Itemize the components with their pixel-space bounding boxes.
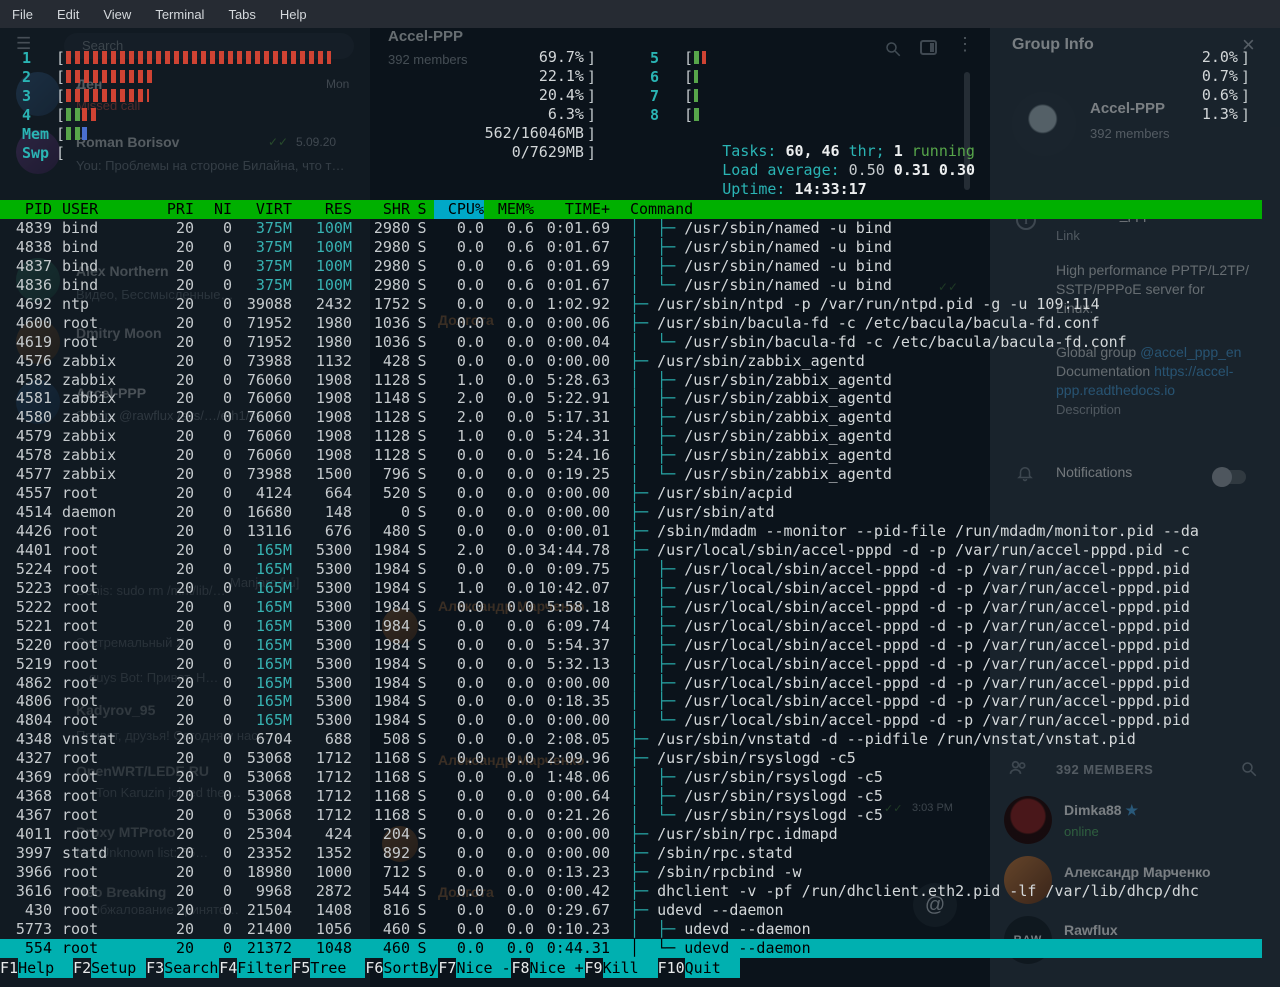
meter-6: 6[0.7%] xyxy=(650,67,1250,86)
column-header-shr[interactable]: SHR xyxy=(352,200,410,219)
cpu-meters-right: 5[2.0%] 6[0.7%] 7[0.6%] 8[1.3%] xyxy=(650,48,1250,124)
tasks-running-label: running xyxy=(911,142,975,160)
fkey-f9[interactable]: F9 Kill xyxy=(585,958,658,978)
tasks-threads: 46 xyxy=(821,142,840,160)
meter-mem: Mem[562/16046MB] xyxy=(22,124,596,143)
process-row[interactable]: 4600 root 20 0 71952 1980 1036 S 0.0 0.0 0:00.06 ├─… xyxy=(0,314,1262,333)
load-15min: 0.30 xyxy=(938,161,976,179)
process-row[interactable]: 4804 root 20 0 165M 5300 1984 S 0.0 0.0 0:00.00 │ └… xyxy=(0,711,1262,730)
tasks-count: 60, xyxy=(785,142,813,160)
menu-item-view[interactable]: View xyxy=(103,7,131,22)
menu-item-file[interactable]: File xyxy=(12,7,33,22)
fkey-f4[interactable]: F4 Filter xyxy=(219,958,293,978)
column-header-mempct[interactable]: MEM% xyxy=(484,200,534,219)
process-row[interactable]: 4426 root 20 0 13116 676 480 S 0.0 0.0 0:00.01 ├─ /… xyxy=(0,522,1262,541)
menu-item-terminal[interactable]: Terminal xyxy=(155,7,204,22)
meter-2: 2[22.1%] xyxy=(22,67,596,86)
load-5min: 0.31 xyxy=(893,161,930,179)
process-row[interactable]: 4837 bind 20 0 375M 100M 2980 S 0.0 0.6 0:01.69 │ ├… xyxy=(0,257,1262,276)
column-header-pid[interactable]: PID xyxy=(0,200,52,219)
column-header-s[interactable]: S xyxy=(410,200,434,219)
process-row[interactable]: 430 root 20 0 21504 1408 816 S 0.0 0.0 0:29.67 ├─ u… xyxy=(0,901,1262,920)
process-row-selected[interactable]: 554 root 20 0 21372 1048 460 S 0.0 0.0 0:44.31 │ └─… xyxy=(0,938,1262,958)
fkey-f10[interactable]: F10 Quit xyxy=(658,958,740,978)
fkey-f7[interactable]: F7 Nice - xyxy=(438,958,512,978)
process-row[interactable]: 4578 zabbix 20 0 76060 1908 1128 S 0.0 0.0 5:24.16… xyxy=(0,446,1262,465)
meter-swp: Swp[0/7629MB] xyxy=(22,143,596,162)
column-header-pri[interactable]: PRI xyxy=(164,200,194,219)
process-row[interactable]: 4011 root 20 0 25304 424 204 S 0.0 0.0 0:00.00 ├─ /… xyxy=(0,825,1262,844)
uptime-value: 14:33:17 xyxy=(794,180,867,198)
fkey-f5[interactable]: F5 Tree xyxy=(292,958,366,978)
process-row[interactable]: 4327 root 20 0 53068 1712 1168 S 0.0 0.0 2:09.96 ├─… xyxy=(0,749,1262,768)
column-header-res[interactable]: RES xyxy=(292,200,352,219)
meter-5: 5[2.0%] xyxy=(650,48,1250,67)
process-row[interactable]: 4581 zabbix 20 0 76060 1908 1148 S 2.0 0.0 5:22.91… xyxy=(0,389,1262,408)
process-row[interactable]: 4838 bind 20 0 375M 100M 2980 S 0.0 0.6 0:01.67 │ ├… xyxy=(0,238,1262,257)
column-header-virt[interactable]: VIRT xyxy=(232,200,292,219)
menu-bar: File Edit View Terminal Tabs Help xyxy=(0,0,1280,28)
load-label: Load average: xyxy=(722,161,840,179)
meter-1: 1[69.7%] xyxy=(22,48,596,67)
process-row[interactable]: 4836 bind 20 0 375M 100M 2980 S 0.0 0.6 0:01.67 │ └… xyxy=(0,276,1262,295)
process-row[interactable]: 4862 root 20 0 165M 5300 1984 S 0.0 0.0 0:00.00 │ ├… xyxy=(0,674,1262,693)
process-row[interactable]: 4367 root 20 0 53068 1712 1168 S 0.0 0.0 0:21.26 │ … xyxy=(0,806,1262,825)
fkey-f2[interactable]: F2 Setup xyxy=(73,958,147,978)
menu-item-tabs[interactable]: Tabs xyxy=(228,7,255,22)
process-row[interactable]: 5224 root 20 0 165M 5300 1984 S 0.0 0.0 0:09.75 │ ├… xyxy=(0,560,1262,579)
meter-3: 3[20.4%] xyxy=(22,86,596,105)
process-row[interactable]: 3966 root 20 0 18980 1000 712 S 0.0 0.0 0:13.23 ├─ … xyxy=(0,863,1262,882)
process-row[interactable]: 4369 root 20 0 53068 1712 1168 S 0.0 0.0 1:48.06 │ … xyxy=(0,768,1262,787)
process-rows: 4839 bind 20 0 375M 100M 2980 S 0.0 0.6 0:01.69 │ ├… xyxy=(0,219,1262,958)
meter-8: 8[1.3%] xyxy=(650,105,1250,124)
process-row[interactable]: 3997 statd 20 0 23352 1352 892 S 0.0 0.0 0:00.00 ├─… xyxy=(0,844,1262,863)
htop-terminal: 1[69.7%] 2[22.1%] 3[20.4%] 4[6.3%] Mem[562/1… xyxy=(0,28,1280,987)
column-header-ni[interactable]: NI xyxy=(194,200,232,219)
process-row[interactable]: 4806 root 20 0 165M 5300 1984 S 0.0 0.0 0:18.35 │ ├… xyxy=(0,692,1262,711)
process-row[interactable]: 5219 root 20 0 165M 5300 1984 S 0.0 0.0 5:32.13 │ ├… xyxy=(0,655,1262,674)
tasks-line: Tasks: 60, 46 thr; 1 running xyxy=(650,124,1260,160)
fkey-f6[interactable]: F6 SortBy xyxy=(365,958,439,978)
tasks-threads-label: thr; xyxy=(848,142,885,160)
process-row[interactable]: 4579 zabbix 20 0 76060 1908 1128 S 1.0 0.0 5:24.31… xyxy=(0,427,1262,446)
process-row[interactable]: 4619 root 20 0 71952 1980 1036 S 0.0 0.0 0:00.04 │ … xyxy=(0,333,1262,352)
process-row[interactable]: 4576 zabbix 20 0 73988 1132 428 S 0.0 0.0 0:00.00 ├… xyxy=(0,352,1262,371)
screen: File Edit View Terminal Tabs Help ☰ Search Де… xyxy=(0,0,1280,987)
menu-item-help[interactable]: Help xyxy=(280,7,307,22)
process-row[interactable]: 4401 root 20 0 165M 5300 1984 S 2.0 0.0 34:44.78 ├─… xyxy=(0,541,1262,560)
process-row[interactable]: 5222 root 20 0 165M 5300 1984 S 0.0 0.0 5:58.18 │ ├… xyxy=(0,598,1262,617)
meter-7: 7[0.6%] xyxy=(650,86,1250,105)
process-row[interactable]: 4348 vnstat 20 0 6704 688 508 S 0.0 0.0 2:08.05 ├─ … xyxy=(0,730,1262,749)
process-row[interactable]: 4368 root 20 0 53068 1712 1168 S 0.0 0.0 0:00.64 │ … xyxy=(0,787,1262,806)
column-header-user[interactable]: USER xyxy=(52,200,164,219)
column-header-cpupct[interactable]: CPU% xyxy=(434,200,484,219)
process-row[interactable]: 4577 zabbix 20 0 73988 1500 796 S 0.0 0.0 0:19.25 │… xyxy=(0,465,1262,484)
htop-stats: Tasks: 60, 46 thr; 1 running Load average: 0.5… xyxy=(650,124,1260,198)
process-row[interactable]: 4692 ntp 20 0 39088 2432 1752 S 0.0 0.0 1:02.92 ├─ … xyxy=(0,295,1262,314)
process-row[interactable]: 5220 root 20 0 165M 5300 1984 S 0.0 0.0 5:54.37 │ ├… xyxy=(0,636,1262,655)
process-row[interactable]: 4580 zabbix 20 0 76060 1908 1128 S 2.0 0.0 5:17.31… xyxy=(0,408,1262,427)
cpu-meters-left: 1[69.7%] 2[22.1%] 3[20.4%] 4[6.3%] Mem[562/1… xyxy=(22,48,596,162)
menu-item-edit[interactable]: Edit xyxy=(57,7,79,22)
process-row[interactable]: 4557 root 20 0 4124 664 520 S 0.0 0.0 0:00.00 ├─ /u… xyxy=(0,484,1262,503)
load-1min: 0.50 xyxy=(848,161,885,179)
table-header: PID USER PRI NI VIRT RES SHR S CPU% MEM% TIME+ Comm… xyxy=(0,200,1262,219)
function-key-bar: F1 Help F2 Setup F3 Search F4 Filter F5 Tree F6 Sor… xyxy=(0,958,1262,978)
column-header-timeplus[interactable]: TIME+ xyxy=(534,200,610,219)
tasks-running-count: 1 xyxy=(893,142,903,160)
fkey-f8[interactable]: F8 Nice + xyxy=(511,958,585,978)
meter-4: 4[6.3%] xyxy=(22,105,596,124)
process-row[interactable]: 5773 root 20 0 21400 1056 460 S 0.0 0.0 0:10.23 │ ├… xyxy=(0,920,1262,939)
process-row[interactable]: 4582 zabbix 20 0 76060 1908 1128 S 1.0 0.0 5:28.63… xyxy=(0,371,1262,390)
process-row[interactable]: 3616 root 20 0 9968 2872 544 S 0.0 0.0 0:00.42 ├─ d… xyxy=(0,882,1262,901)
tasks-label: Tasks: xyxy=(722,142,777,160)
fkey-f3[interactable]: F3 Search xyxy=(146,958,220,978)
process-row[interactable]: 5221 root 20 0 165M 5300 1984 S 0.0 0.0 6:09.74 │ ├… xyxy=(0,617,1262,636)
process-row[interactable]: 5223 root 20 0 165M 5300 1984 S 1.0 0.0 10:42.07 │ … xyxy=(0,579,1262,598)
process-row[interactable]: 4514 daemon 20 0 16680 148 0 S 0.0 0.0 0:00.00 ├─ /… xyxy=(0,503,1262,522)
column-header-command[interactable]: Command xyxy=(610,200,1262,219)
uptime-label: Uptime: xyxy=(722,180,786,198)
process-row[interactable]: 4839 bind 20 0 375M 100M 2980 S 0.0 0.6 0:01.69 │ ├… xyxy=(0,219,1262,238)
fkey-f1[interactable]: F1 Help xyxy=(0,958,74,978)
